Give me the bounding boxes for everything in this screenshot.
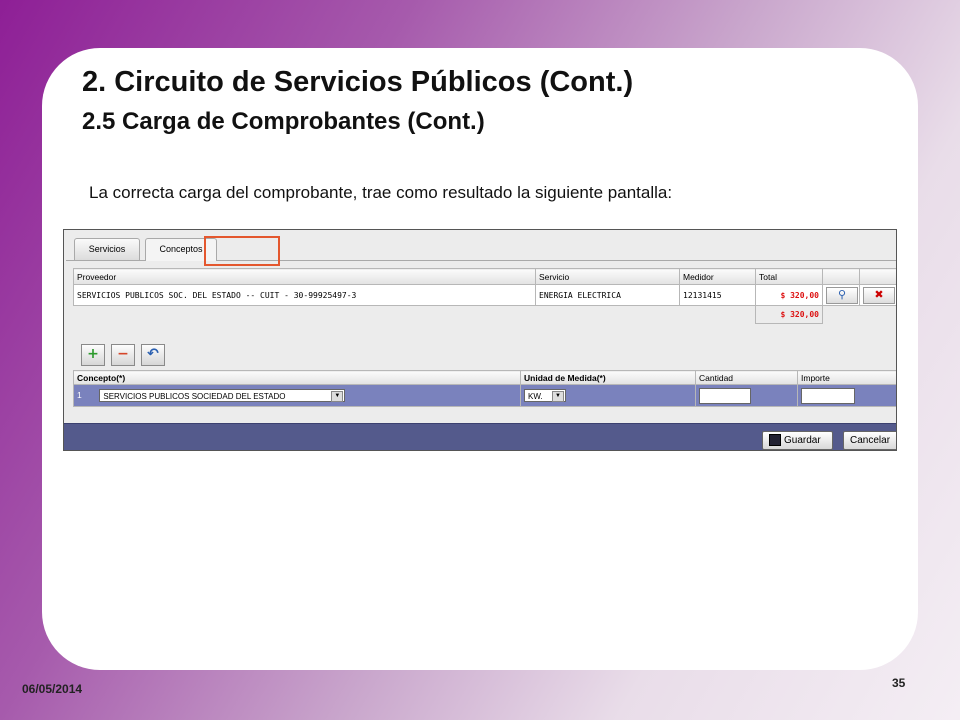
col-header-cantidad: Cantidad [695, 370, 798, 385]
remove-icon[interactable]: − [111, 344, 135, 366]
tab-servicios[interactable]: Servicios [74, 238, 140, 260]
col-header-total: Total [755, 268, 823, 285]
cell-proveedor: SERVICIOS PUBLICOS SOC. DEL ESTADO -- CU… [73, 284, 536, 306]
undo-icon[interactable]: ↶ [141, 344, 165, 366]
cantidad-input[interactable] [699, 387, 751, 404]
cancel-button[interactable]: Cancelar [843, 431, 896, 450]
table-header-row: Concepto(*) Unidad de Medida(*) Cantidad… [73, 370, 896, 385]
table-row: 1 SERVICIOS PUBLICOS SOCIEDAD DEL ESTADO… [73, 384, 896, 407]
chevron-down-icon: ▼ [331, 391, 344, 402]
concepto-select[interactable]: SERVICIOS PUBLICOS SOCIEDAD DEL ESTADO ▼ [99, 389, 346, 402]
action-bar: Guardar Cancelar [64, 423, 896, 450]
table-row[interactable]: SERVICIOS PUBLICOS SOC. DEL ESTADO -- CU… [73, 284, 896, 306]
lead-text: La correcta carga del comprobante, trae … [89, 183, 673, 202]
col-header-unidad: Unidad de Medida(*) [520, 370, 696, 385]
col-header-medidor: Medidor [679, 268, 756, 285]
importe-input[interactable] [801, 387, 855, 404]
search-icon[interactable]: ⚲ [826, 286, 858, 304]
save-button[interactable]: Guardar [762, 431, 833, 450]
unidad-select[interactable]: KW. ▼ [524, 389, 566, 402]
conceptos-table: Concepto(*) Unidad de Medida(*) Cantidad… [73, 370, 896, 407]
chevron-down-icon: ▼ [552, 391, 564, 402]
table-header-row: Proveedor Servicio Medidor Total [73, 268, 896, 285]
tab-highlight-box [204, 236, 280, 266]
col-header-importe: Importe [797, 370, 896, 385]
slide-subtitle: 2.5 Carga de Comprobantes (Cont.) [82, 108, 485, 135]
tab-bar: Servicios Conceptos [66, 232, 896, 266]
col-header-concepto: Concepto(*) [73, 370, 521, 385]
cell-servicio: ENERGIA ELECTRICA [535, 284, 680, 306]
cell-total: $ 320,00 [755, 284, 823, 306]
col-header-servicio: Servicio [535, 268, 680, 285]
grand-total: $ 320,00 [755, 305, 823, 324]
add-icon[interactable]: + [81, 344, 105, 366]
total-row: $ 320,00 [74, 305, 897, 324]
page-number: 35 [892, 676, 906, 690]
save-disk-icon [769, 434, 781, 447]
slide-date: 06/05/2014 [22, 682, 83, 696]
cell-medidor: 12131415 [679, 284, 756, 306]
slide-title: 2. Circuito de Servicios Públicos (Cont.… [82, 66, 634, 98]
proveedores-table: Proveedor Servicio Medidor Total SERVICI… [73, 268, 897, 324]
row-index: 1 [77, 389, 82, 400]
col-header-proveedor: Proveedor [73, 268, 536, 285]
app-screenshot: Servicios Conceptos Proveedor Servicio M… [63, 229, 897, 451]
delete-icon[interactable]: ✖ [863, 286, 895, 304]
